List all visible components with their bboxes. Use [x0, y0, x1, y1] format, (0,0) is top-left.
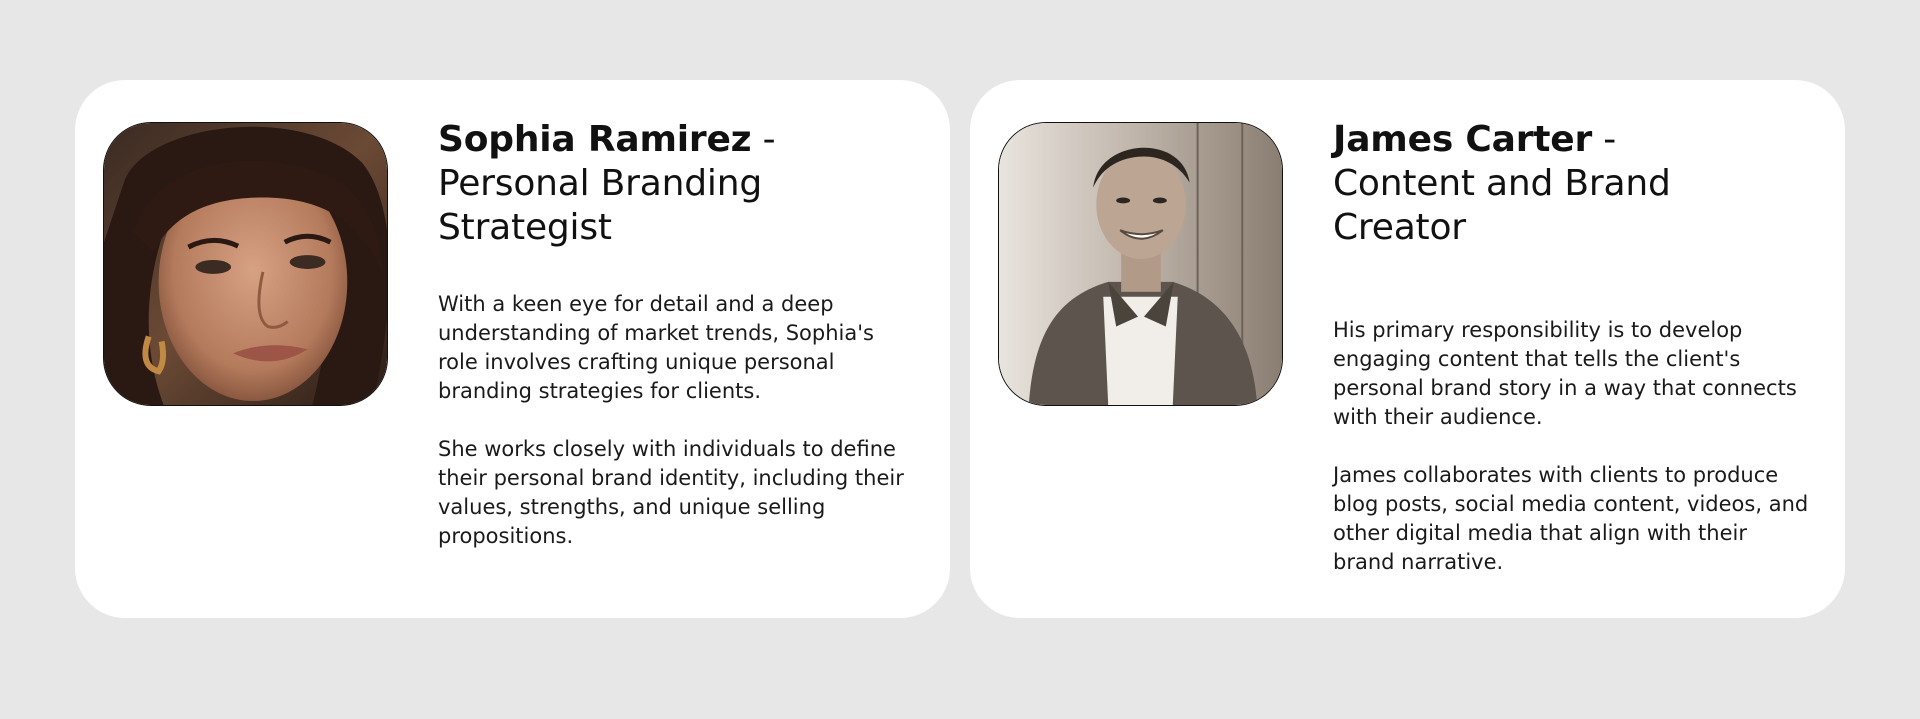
description-paragraph: His primary responsibility is to develop… [1333, 318, 1797, 429]
card-title: Sophia Ramirez - Personal Branding Strate… [438, 118, 918, 250]
title-separator: - [1592, 119, 1617, 160]
description-paragraph: James collaborates with clients to produ… [1333, 463, 1809, 574]
card-description: With a keen eye for detail and a deep un… [438, 290, 918, 551]
team-card-james: James Carter - Content and Brand Creator … [970, 80, 1845, 618]
description-paragraph: With a keen eye for detail and a deep un… [438, 292, 874, 403]
team-card-sophia: Sophia Ramirez - Personal Branding Strate… [75, 80, 950, 618]
portrait-woman-photo [103, 122, 388, 406]
card-description: His primary responsibility is to develop… [1333, 316, 1813, 577]
card-info: Sophia Ramirez - Personal Branding Strate… [438, 118, 918, 580]
portrait-man-photo [998, 122, 1283, 406]
card-title: James Carter - Content and Brand Creator [1333, 118, 1813, 250]
team-cards: Sophia Ramirez - Personal Branding Strate… [75, 80, 1845, 618]
person-name: Sophia Ramirez [438, 119, 752, 160]
card-info: James Carter - Content and Brand Creator … [1333, 118, 1813, 606]
description-paragraph: She works closely with individuals to de… [438, 437, 904, 548]
person-role: Personal Branding Strategist [438, 163, 762, 248]
person-name: James Carter [1333, 119, 1593, 160]
title-separator: - [751, 119, 776, 160]
person-role: Content and Brand Creator [1333, 163, 1671, 248]
